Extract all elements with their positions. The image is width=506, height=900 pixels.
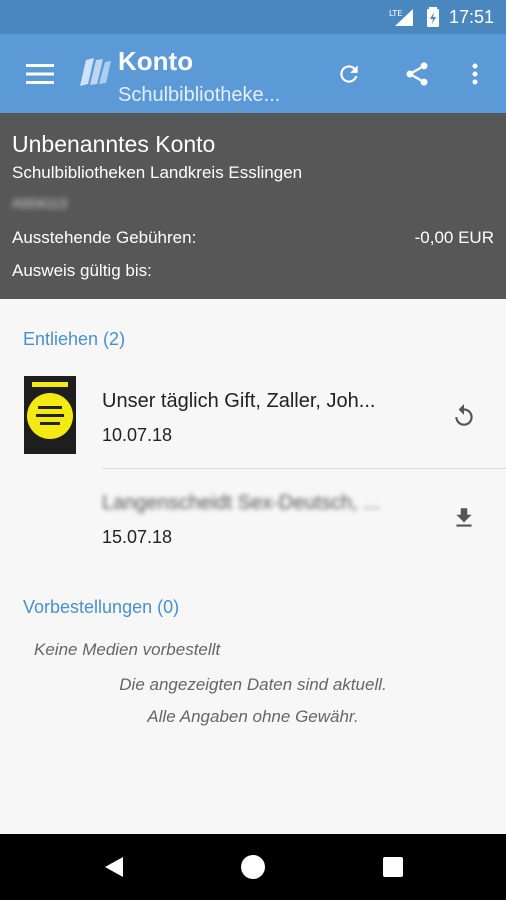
toolbar-subtitle: Schulbibliotheke... xyxy=(118,84,281,106)
item-title: Unser täglich Gift, Zaller, Joh... xyxy=(102,390,376,412)
refresh-icon xyxy=(340,64,358,83)
status-time: 17:51 xyxy=(448,6,494,27)
toolbar-title: Konto xyxy=(118,46,194,76)
renew-button[interactable] xyxy=(444,396,484,436)
disclaimer-note: Alle Angaben ohne Gewähr. xyxy=(147,707,359,726)
svg-text:LTE: LTE xyxy=(389,9,402,18)
refresh-button[interactable] xyxy=(325,34,373,113)
more-vert-icon xyxy=(472,63,478,84)
home-circle-icon xyxy=(241,855,265,879)
card-valid-label: Ausweis gültig bis: xyxy=(12,261,152,280)
system-navigation-bar xyxy=(0,834,506,900)
account-header: Unbenanntes Konto Schulbibliotheken Land… xyxy=(0,113,506,299)
fees-value: -0,00 EUR xyxy=(414,228,494,247)
lte-signal-icon: LTE xyxy=(389,7,417,27)
more-options-button[interactable] xyxy=(451,34,499,113)
fees-label: Ausstehende Gebühren: xyxy=(12,228,197,247)
list-item[interactable]: Unser täglich Gift, Zaller, Joh... 10.07… xyxy=(0,368,506,468)
account-id: A004113 xyxy=(12,195,68,211)
item-due-date: 15.07.18 xyxy=(102,527,173,547)
no-reservations-text: Keine Medien vorbestellt xyxy=(34,640,221,659)
app-logo-icon xyxy=(78,56,112,95)
data-current-note: Die angezeigten Daten sind aktuell. xyxy=(119,675,387,694)
renew-icon xyxy=(455,404,473,426)
app-toolbar: Konto Schulbibliotheke... xyxy=(0,34,506,113)
account-library: Schulbibliotheken Landkreis Esslingen xyxy=(12,163,303,182)
recents-button[interactable] xyxy=(363,834,423,900)
list-item[interactable]: Langenscheidt Sex-Deutsch, ... 15.07.18 xyxy=(0,470,506,570)
reservations-section-title: Vorbestellungen (0) xyxy=(23,597,180,617)
status-bar: LTE 17:51 xyxy=(0,0,506,34)
download-icon xyxy=(456,508,472,527)
hamburger-menu-icon xyxy=(26,63,54,84)
menu-button[interactable] xyxy=(16,34,64,113)
back-button[interactable] xyxy=(84,834,144,900)
recents-square-icon xyxy=(383,857,403,877)
item-title: Langenscheidt Sex-Deutsch, ... xyxy=(102,492,380,514)
lent-section-title: Entliehen (2) xyxy=(23,329,126,349)
share-icon xyxy=(406,61,428,86)
item-due-date: 10.07.18 xyxy=(102,425,173,445)
home-button[interactable] xyxy=(223,834,283,900)
back-triangle-icon xyxy=(105,857,123,877)
battery-icon xyxy=(426,7,439,27)
list-divider xyxy=(102,468,506,469)
book-cover-image xyxy=(24,376,76,454)
account-title: Unbenanntes Konto xyxy=(12,131,216,157)
status-bar-right: LTE 17:51 xyxy=(389,0,494,34)
card-valid-row: Ausweis gültig bis: xyxy=(12,261,494,281)
share-button[interactable] xyxy=(393,34,441,113)
download-button[interactable] xyxy=(444,498,484,538)
fees-row: Ausstehende Gebühren: -0,00 EUR xyxy=(12,228,494,248)
